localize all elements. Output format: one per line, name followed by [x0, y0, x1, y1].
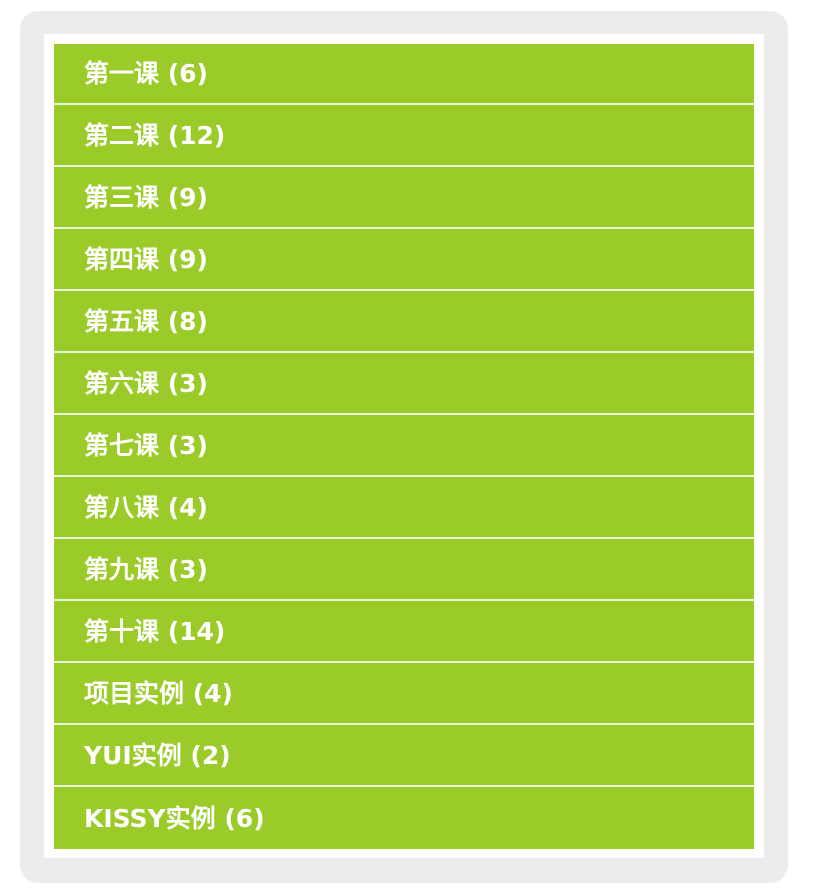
- category-label: 第六课 (3): [84, 368, 208, 398]
- category-item-lesson-10[interactable]: 第十课 (14): [54, 601, 754, 663]
- category-item-kissy-examples[interactable]: KISSY实例 (6): [54, 787, 754, 849]
- category-label: 项目实例 (4): [84, 678, 233, 708]
- category-item-lesson-2[interactable]: 第二课 (12): [54, 105, 754, 167]
- category-label: 第九课 (3): [84, 554, 208, 584]
- category-item-lesson-1[interactable]: 第一课 (6): [54, 44, 754, 105]
- category-label: 第三课 (9): [84, 182, 208, 212]
- category-item-lesson-4[interactable]: 第四课 (9): [54, 229, 754, 291]
- category-item-project-examples[interactable]: 项目实例 (4): [54, 663, 754, 725]
- category-item-lesson-3[interactable]: 第三课 (9): [54, 167, 754, 229]
- category-item-lesson-9[interactable]: 第九课 (3): [54, 539, 754, 601]
- category-label: 第七课 (3): [84, 430, 208, 460]
- category-label: 第二课 (12): [84, 120, 226, 150]
- category-item-lesson-7[interactable]: 第七课 (3): [54, 415, 754, 477]
- category-label: 第八课 (4): [84, 492, 208, 522]
- category-label: 第十课 (14): [84, 616, 226, 646]
- lesson-category-list: 第一课 (6) 第二课 (12) 第三课 (9) 第四课 (9) 第五课 (8)…: [54, 44, 754, 849]
- category-label: 第五课 (8): [84, 306, 208, 336]
- category-label: 第一课 (6): [84, 59, 208, 88]
- category-item-lesson-8[interactable]: 第八课 (4): [54, 477, 754, 539]
- category-label: YUI实例 (2): [84, 740, 231, 770]
- category-label: KISSY实例 (6): [84, 803, 265, 833]
- category-label: 第四课 (9): [84, 244, 208, 274]
- category-item-yui-examples[interactable]: YUI实例 (2): [54, 725, 754, 787]
- category-item-lesson-5[interactable]: 第五课 (8): [54, 291, 754, 353]
- category-item-lesson-6[interactable]: 第六课 (3): [54, 353, 754, 415]
